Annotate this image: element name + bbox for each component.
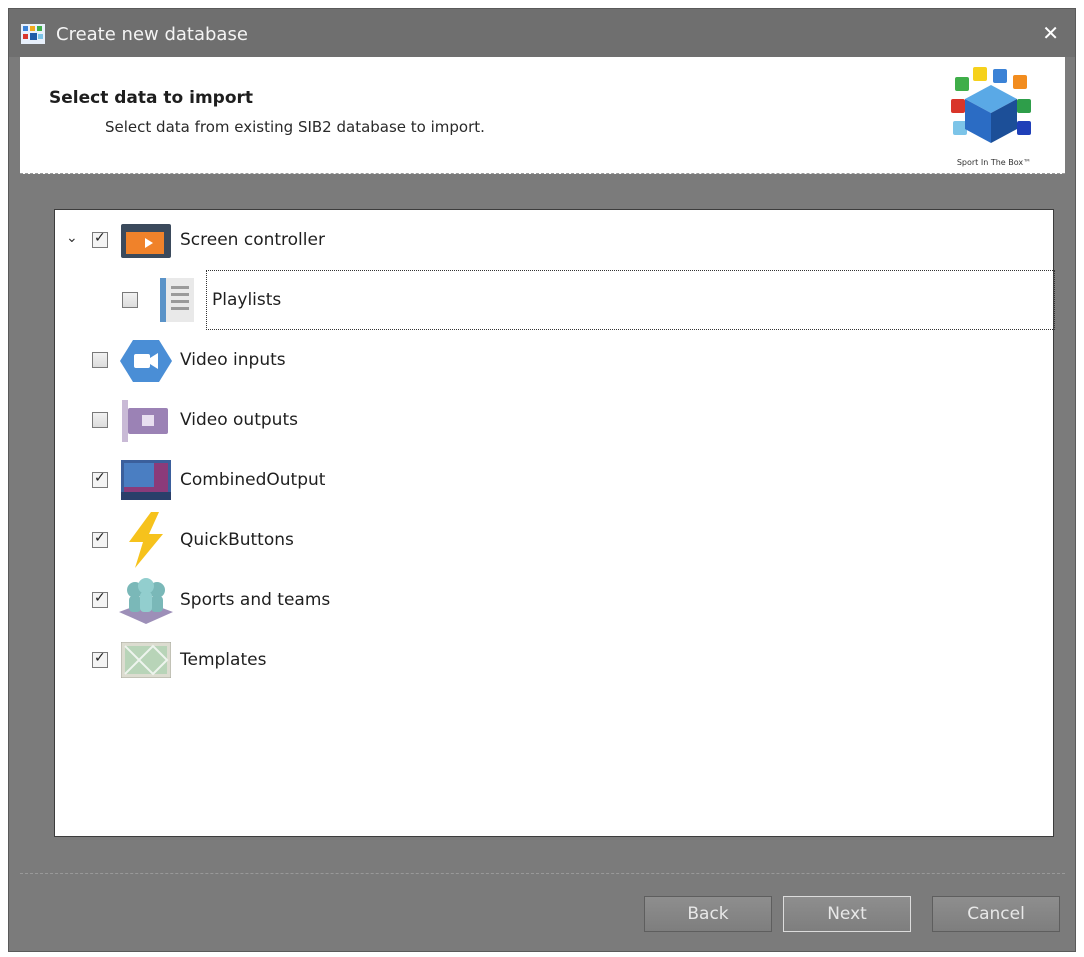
logo-caption: Sport In The Box™: [956, 158, 1032, 167]
sports-teams-icon: [119, 578, 173, 624]
tree-item-video-inputs[interactable]: Video inputs: [55, 330, 1053, 390]
tree-item-label: QuickButtons: [180, 530, 294, 550]
tree-item-checkbox[interactable]: [92, 352, 108, 368]
close-icon[interactable]: ✕: [1042, 21, 1059, 45]
tree-item-checkbox[interactable]: [92, 650, 108, 668]
tree-item-playlists[interactable]: Playlists: [55, 270, 1053, 330]
wizard-header: Select data to import Select data from e…: [20, 57, 1065, 174]
tree-item-checkbox[interactable]: [122, 292, 138, 308]
footer-divider: [20, 873, 1065, 874]
tree-item-combined-output[interactable]: CombinedOutput: [55, 450, 1053, 510]
chevron-down-icon[interactable]: ⌄: [66, 230, 78, 246]
tree-item-checkbox[interactable]: [92, 412, 108, 428]
tree-item-video-outputs[interactable]: Video outputs: [55, 390, 1053, 450]
tree-item-label: Playlists: [212, 290, 282, 310]
import-tree: ⌄ Screen controller Playlists: [54, 209, 1055, 837]
tree-item-checkbox[interactable]: [92, 230, 108, 248]
dialog-window: Create new database ✕ Select data to imp…: [8, 8, 1076, 952]
tree-item-checkbox[interactable]: [92, 470, 108, 488]
tree-item-checkbox[interactable]: [92, 530, 108, 548]
next-button[interactable]: Next: [783, 896, 911, 932]
playlist-icon: [160, 278, 194, 322]
tree-item-label: Video outputs: [180, 410, 298, 430]
brand-logo: Sport In The Box™: [945, 65, 1043, 169]
tree-item-screen-controller[interactable]: ⌄ Screen controller: [55, 210, 1053, 270]
combined-output-icon: [121, 460, 171, 500]
title-bar: Create new database ✕: [9, 9, 1075, 57]
page-title: Select data to import: [49, 88, 254, 108]
tree-item-quick-buttons[interactable]: QuickButtons: [55, 510, 1053, 570]
app-icon: [21, 24, 45, 44]
tree-item-label: Templates: [180, 650, 267, 670]
screen-controller-icon: [121, 224, 171, 258]
video-output-icon: [122, 400, 168, 442]
tree-item-label: Sports and teams: [180, 590, 331, 610]
templates-icon: [121, 642, 171, 678]
video-input-icon: [120, 340, 172, 382]
tree-item-label: CombinedOutput: [180, 470, 326, 490]
window-title: Create new database: [56, 24, 248, 45]
lightning-icon: [129, 512, 163, 568]
tree-item-templates[interactable]: Templates: [55, 630, 1053, 690]
page-subtitle: Select data from existing SIB2 database …: [105, 118, 485, 136]
cancel-button[interactable]: Cancel: [932, 896, 1060, 932]
tree-item-sports-teams[interactable]: Sports and teams: [55, 570, 1053, 630]
tree-item-label: Screen controller: [180, 230, 325, 250]
tree-item-checkbox[interactable]: [92, 590, 108, 608]
tree-item-label: Video inputs: [180, 350, 286, 370]
back-button[interactable]: Back: [644, 896, 772, 932]
